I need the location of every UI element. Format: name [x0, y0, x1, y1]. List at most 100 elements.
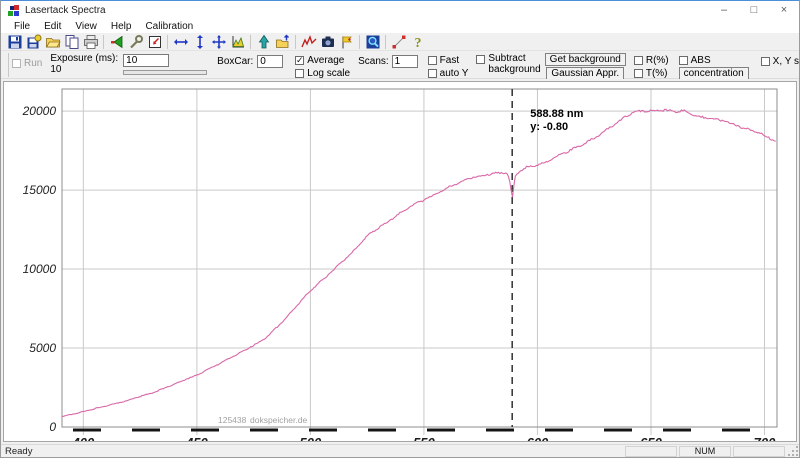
- auto-y-checkbox-box[interactable]: [428, 69, 437, 78]
- x-tick-label: 550: [413, 435, 435, 441]
- title-bar: Lasertack Spectra – □ ×: [1, 1, 799, 20]
- x-tick-label: 450: [185, 435, 208, 441]
- help-icon[interactable]: ?: [408, 33, 427, 50]
- subtract-background-checkbox[interactable]: Subtract background: [476, 54, 540, 66]
- settings-wrench-icon[interactable]: [126, 33, 145, 50]
- y-tick-label: 15000: [23, 183, 57, 197]
- menu-help[interactable]: Help: [104, 20, 139, 33]
- exposure-progress-bar: [123, 70, 207, 75]
- spectrum-svg: 4004505005506006507000500010000150002000…: [4, 82, 796, 441]
- spectrum-curve: [62, 109, 776, 416]
- run-checkbox[interactable]: Run: [12, 57, 42, 69]
- spectrum-plot[interactable]: 4004505005506006507000500010000150002000…: [3, 81, 797, 442]
- linear-fit-icon[interactable]: [389, 33, 408, 50]
- t-percent-checkbox-box[interactable]: [634, 69, 643, 78]
- exposure-label: Exposure (ms):: [50, 54, 118, 64]
- boxcar-input[interactable]: [257, 55, 283, 68]
- close-button[interactable]: ×: [769, 1, 799, 20]
- save-config-icon[interactable]: [24, 33, 43, 50]
- toolbar-separator: [167, 35, 168, 49]
- r-percent-checkbox[interactable]: R(%): [634, 54, 669, 66]
- auto-y-checkbox[interactable]: auto Y: [428, 67, 469, 79]
- camera-snapshot-icon[interactable]: [318, 33, 337, 50]
- boxcar-label: BoxCar:: [217, 56, 253, 67]
- copy-icon[interactable]: [62, 33, 81, 50]
- watermark: dokspeicher.de: [250, 415, 307, 425]
- plot-border: [62, 89, 777, 427]
- xy-space-checkbox-box[interactable]: [761, 57, 770, 66]
- average-checkbox[interactable]: ✓ Average: [295, 54, 350, 66]
- fast-checkbox-box[interactable]: [428, 56, 437, 65]
- fit-vertical-icon[interactable]: [190, 33, 209, 50]
- zoom-icon[interactable]: [363, 33, 382, 50]
- x-tick-label: 500: [300, 435, 322, 441]
- toolbar-separator: [359, 35, 360, 49]
- minimize-button[interactable]: –: [709, 1, 739, 20]
- xy-space-checkbox[interactable]: X, Y space: [761, 55, 800, 67]
- log-scale-checkbox[interactable]: Log scale: [295, 67, 350, 79]
- exposure-label-block: Exposure (ms): 10: [50, 54, 118, 75]
- r-percent-checkbox-box[interactable]: [634, 56, 643, 65]
- exposure-input[interactable]: [123, 54, 169, 67]
- toolbar-separator: [295, 35, 296, 49]
- maximize-button[interactable]: □: [739, 1, 769, 20]
- x-tick-label: 600: [527, 435, 549, 441]
- autoscale-chart-icon[interactable]: [228, 33, 247, 50]
- exposure-readout: 10: [50, 65, 118, 75]
- status-message: Ready: [1, 446, 625, 457]
- x-tick-label: 650: [640, 435, 662, 441]
- app-logo-icon: [8, 5, 19, 16]
- average-checkbox-box[interactable]: ✓: [295, 56, 304, 65]
- y-tick-label: 0: [49, 420, 56, 434]
- fit-all-icon[interactable]: [209, 33, 228, 50]
- run-label: Run: [24, 58, 42, 69]
- status-panel-num: NUM: [679, 446, 731, 457]
- load-reference-icon[interactable]: [107, 33, 126, 50]
- print-icon[interactable]: [81, 33, 100, 50]
- fast-label: Fast: [440, 55, 459, 66]
- scans-label: Scans:: [358, 56, 389, 67]
- fast-checkbox[interactable]: Fast: [428, 54, 469, 66]
- abs-checkbox-box[interactable]: [679, 56, 688, 65]
- run-checkbox-box[interactable]: [12, 59, 21, 68]
- cursor-y-label: y: -0.80: [530, 121, 568, 133]
- app-window: Lasertack Spectra – □ × File Edit View H…: [0, 0, 800, 458]
- svg-text:?: ?: [414, 36, 421, 50]
- abs-label: ABS: [691, 55, 711, 66]
- peak-search-icon[interactable]: [254, 33, 273, 50]
- subtract-background-checkbox-box[interactable]: [476, 55, 485, 64]
- log-scale-label: Log scale: [307, 68, 350, 79]
- t-percent-label: T(%): [646, 68, 668, 79]
- open-icon[interactable]: [43, 33, 62, 50]
- watermark: 125438: [218, 415, 247, 425]
- window-title: Lasertack Spectra: [25, 5, 106, 16]
- toolbar-separator: [385, 35, 386, 49]
- marker-flag-icon[interactable]: [337, 33, 356, 50]
- chart-area: 4004505005506006507000500010000150002000…: [1, 79, 799, 444]
- save-icon[interactable]: [5, 33, 24, 50]
- resize-grip[interactable]: [787, 445, 799, 457]
- auto-y-label: auto Y: [440, 68, 469, 79]
- r-percent-label: R(%): [646, 55, 669, 66]
- menu-edit[interactable]: Edit: [37, 20, 68, 33]
- y-tick-label: 20000: [22, 104, 57, 118]
- get-background-button[interactable]: Get background: [545, 53, 626, 66]
- export-region-icon[interactable]: [145, 33, 164, 50]
- spectrum-overlay-icon[interactable]: [299, 33, 318, 50]
- log-scale-checkbox-box[interactable]: [295, 69, 304, 78]
- toolbar-separator: [103, 35, 104, 49]
- scans-input[interactable]: [392, 55, 418, 68]
- menu-calibration[interactable]: Calibration: [138, 20, 200, 33]
- toolbar-controls: Run Exposure (ms): 10 BoxCar: ✓ Average …: [1, 51, 799, 79]
- x-tick-label: 700: [754, 435, 776, 441]
- t-percent-checkbox[interactable]: T(%): [634, 67, 669, 79]
- load-spectrum-folder-icon[interactable]: [273, 33, 292, 50]
- menu-view[interactable]: View: [68, 20, 104, 33]
- abs-checkbox[interactable]: ABS: [679, 54, 711, 66]
- status-panel-caps: [625, 446, 677, 457]
- subtract-label-line2: background: [488, 65, 540, 75]
- menu-file[interactable]: File: [7, 20, 37, 33]
- status-panel-scrl: [733, 446, 785, 457]
- average-label: Average: [307, 55, 344, 66]
- fit-horizontal-icon[interactable]: [171, 33, 190, 50]
